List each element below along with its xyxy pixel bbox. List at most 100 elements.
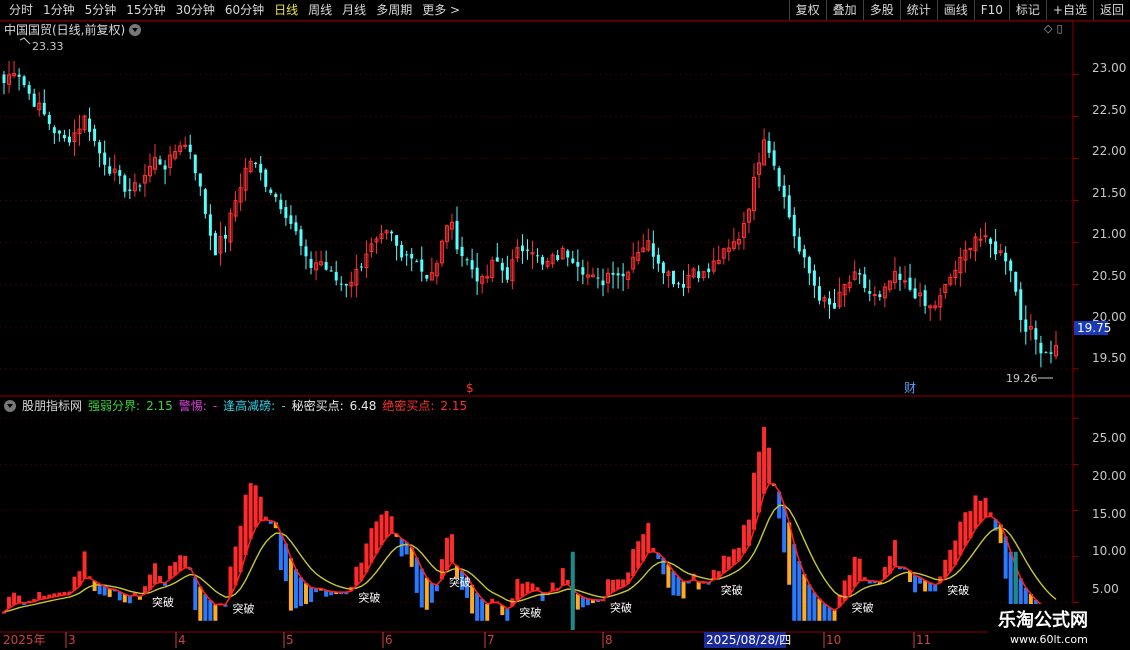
candle-body	[707, 268, 711, 273]
candle-body	[505, 267, 509, 280]
indicator-bar	[258, 496, 263, 521]
chart-canvas[interactable]: 突破 突破突破突破突破 突破突破突破突破 23.00 22.50 22.00 21.…	[0, 0, 1130, 650]
candle-body	[309, 258, 313, 268]
candle-body	[616, 273, 620, 276]
breakout-label: 突破	[947, 583, 969, 597]
indicator-bar	[817, 598, 822, 621]
candle-body	[777, 168, 781, 187]
indicator-bar	[414, 557, 419, 593]
candle-body	[802, 249, 806, 258]
breakout-label: 突破	[233, 601, 255, 615]
indicator-bar	[923, 580, 928, 592]
candle-body	[1009, 260, 1013, 271]
indicator-bar	[1008, 551, 1013, 607]
indicator-bar	[449, 534, 454, 563]
finance-marker[interactable]: 财	[904, 381, 916, 395]
indicator-bar	[253, 485, 258, 528]
candle-body	[425, 274, 429, 279]
candle-body	[22, 76, 26, 86]
candle-body	[571, 258, 575, 263]
candle-body	[339, 283, 343, 285]
candle-body	[269, 189, 273, 193]
indicator-name[interactable]: 股朋指标网	[22, 398, 82, 414]
indicator-bar	[611, 579, 616, 592]
candle-body	[566, 250, 570, 258]
indicator-bar	[354, 566, 359, 586]
indicator-field-label: 逢高减磅:	[223, 399, 276, 413]
diamond-icon[interactable]: ◇	[1044, 22, 1052, 35]
candle-body	[198, 173, 202, 187]
date-label: 3	[68, 633, 76, 647]
indicator-bar	[424, 577, 429, 610]
indicator-bar	[842, 580, 847, 602]
main-y-tick: 21.50	[1092, 186, 1126, 200]
indicator-bar	[248, 483, 253, 540]
candle-body	[495, 257, 499, 262]
indicator-bar	[379, 514, 384, 546]
candle-body	[264, 169, 268, 187]
candle-body	[254, 162, 258, 164]
breakout-label: 突破	[610, 600, 632, 614]
low-price-label: 19.26	[1006, 372, 1038, 385]
indicator-field-label: 警惕:	[178, 399, 207, 413]
candle-body	[868, 291, 872, 294]
indicator-bar	[429, 583, 434, 603]
candle-body	[500, 262, 504, 271]
dollar-marker[interactable]: $	[466, 381, 474, 395]
indicator-field-label: 绝密买点:	[382, 399, 435, 413]
date-label: 2025年	[3, 633, 46, 647]
candle-body	[465, 259, 469, 261]
chevron-down-icon[interactable]	[129, 24, 142, 36]
candle-body	[193, 154, 197, 174]
candle-body	[98, 142, 102, 154]
candle-body	[978, 238, 983, 241]
candle-body	[188, 144, 192, 152]
indicator-bar	[671, 571, 676, 596]
indicator-bar	[606, 579, 611, 596]
indicator-bar	[309, 587, 314, 602]
main-y-axis: 23.00 22.50 22.00 21.50 21.00 20.50 20.0…	[1092, 61, 1126, 365]
candle-body	[576, 262, 580, 267]
candle-body	[163, 165, 167, 170]
indicator-bar	[983, 497, 988, 518]
current-price-label: 19.75	[1077, 321, 1111, 335]
candle-body	[858, 273, 862, 275]
main-pane-icons: ◇ ▯	[1040, 22, 1063, 35]
indicator-bar	[857, 558, 862, 581]
stock-title[interactable]: 中国国贸(日线,前复权)	[4, 22, 142, 38]
candle-body	[520, 245, 524, 252]
candle-body	[782, 185, 786, 197]
candle-body	[1024, 319, 1028, 332]
ind-y-tick: 25.00	[1092, 431, 1126, 445]
indicator-bar	[369, 528, 374, 563]
breakout-label: 突破	[721, 583, 743, 597]
indicator-bar	[525, 581, 530, 594]
candlestick-series	[2, 60, 1058, 368]
date-label: 11	[916, 633, 931, 647]
candle-body	[410, 254, 414, 259]
indicator-bar	[434, 584, 439, 592]
indicator-bar	[958, 521, 963, 556]
indicator-bar	[676, 576, 681, 596]
indicator-field-value: 2.15	[440, 399, 468, 413]
candle-body	[872, 294, 877, 297]
chevron-down-icon[interactable]	[4, 400, 16, 412]
candle-body	[827, 298, 831, 305]
main-y-tick: 20.50	[1092, 269, 1126, 283]
indicator-bar	[158, 575, 163, 583]
indicator-bar	[641, 534, 646, 561]
indicator-bar	[631, 549, 636, 577]
indicator-bar	[515, 578, 520, 601]
pane-toggle-icon[interactable]: ▯	[1056, 22, 1062, 35]
candle-body	[27, 85, 31, 94]
candle-body	[1049, 352, 1053, 354]
candle-body	[284, 207, 288, 218]
candle-body	[455, 220, 459, 250]
candle-body	[213, 233, 217, 256]
indicator-bar	[762, 426, 767, 494]
indicator-bar	[616, 579, 621, 590]
indicator-bar	[374, 521, 379, 554]
indicator-bar	[399, 538, 404, 557]
candle-body	[807, 257, 811, 274]
candle-body	[817, 286, 821, 301]
